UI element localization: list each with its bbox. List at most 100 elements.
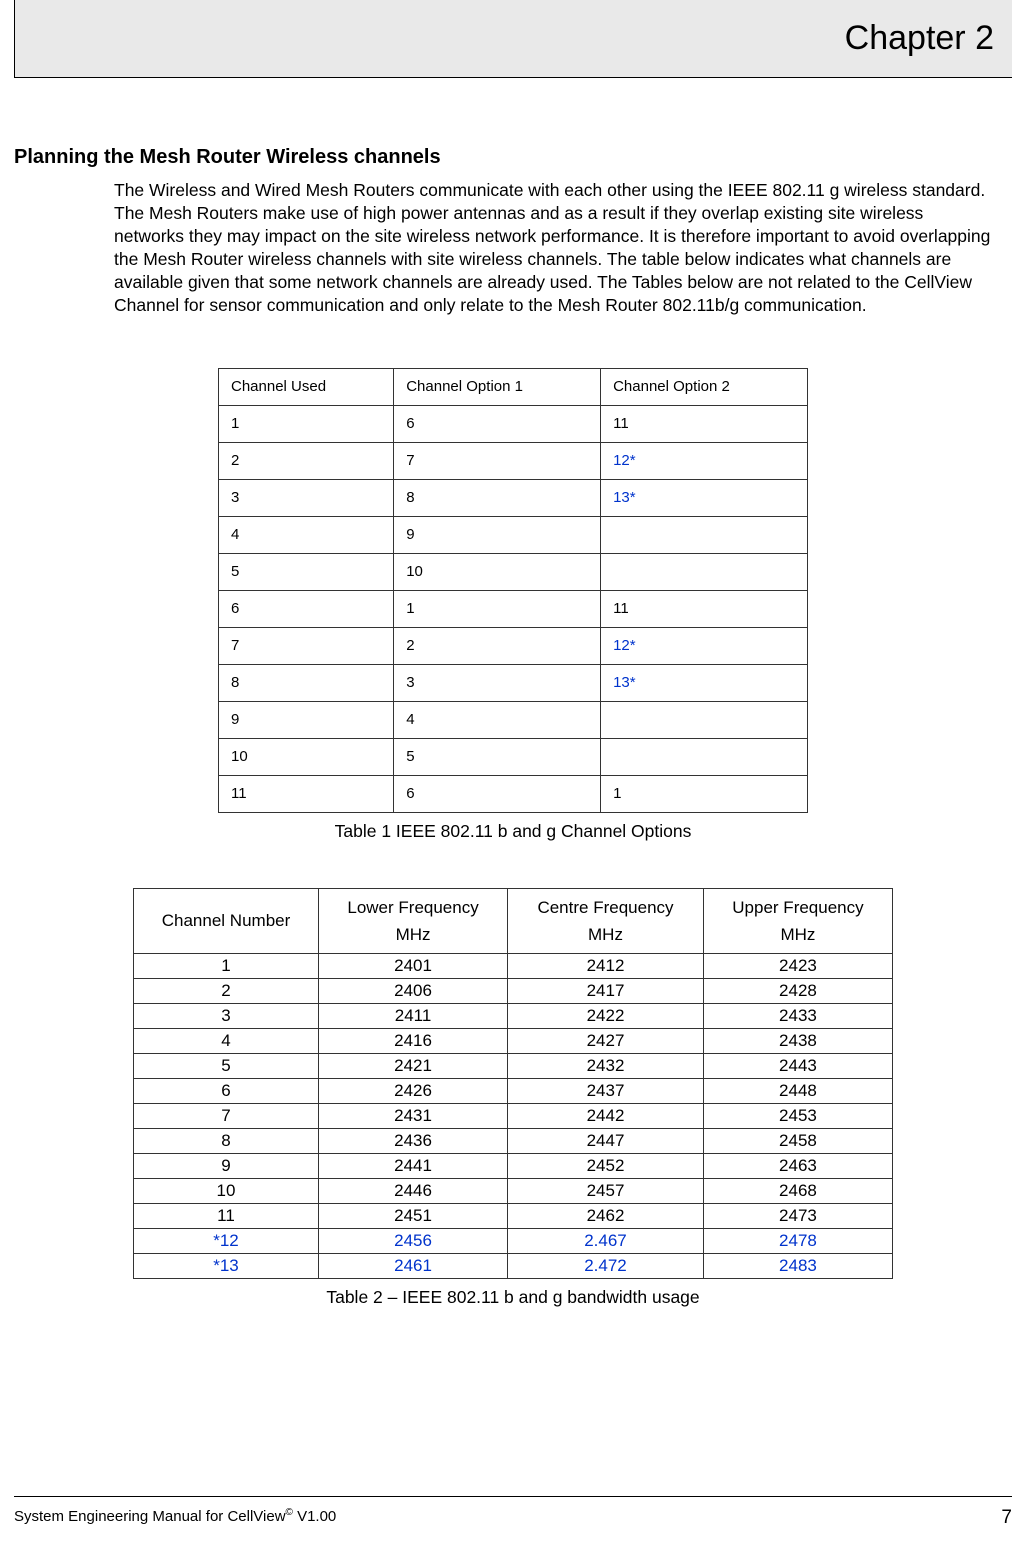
table-row: 3241124222433 [134,1003,893,1028]
table-row: 7243124422453 [134,1103,893,1128]
cell: 2452 [508,1153,704,1178]
cell: 2438 [703,1028,892,1053]
cell: 3 [134,1003,319,1028]
cell: 2433 [703,1003,892,1028]
cell: 8 [394,479,601,516]
section-title: Planning the Mesh Router Wireless channe… [14,146,1012,169]
cell: 2 [394,627,601,664]
cell: 13* [601,479,808,516]
cell: 2 [134,978,319,1003]
table-row: 9244124522463 [134,1153,893,1178]
cell: 3 [394,664,601,701]
cell: 2422 [508,1003,704,1028]
table-header: Centre FrequencyMHz [508,888,704,953]
cell: 2473 [703,1203,892,1228]
cell: 2 [219,442,394,479]
cell: *12 [134,1228,319,1253]
cell: 2417 [508,978,704,1003]
table-row: 1240124122423 [134,953,893,978]
table-row: *1224562.4672478 [134,1228,893,1253]
cell: 13* [601,664,808,701]
bandwidth-table: Channel NumberLower FrequencyMHzCentre F… [133,888,893,1279]
cell: 4 [394,701,601,738]
table-row: 3813* [219,479,808,516]
cell: 2462 [508,1203,704,1228]
cell: 2446 [319,1178,508,1203]
cell: 2412 [508,953,704,978]
table-row: 1161 [219,775,808,812]
table-row: 1611 [219,405,808,442]
table-row: 4241624272438 [134,1028,893,1053]
cell: 12* [601,442,808,479]
table-header: Channel Used [219,368,394,405]
table-row: 8313* [219,664,808,701]
cell: 4 [219,516,394,553]
cell: 7 [394,442,601,479]
cell: 2443 [703,1053,892,1078]
footer-left: System Engineering Manual for CellView© … [14,1507,336,1529]
cell: 2432 [508,1053,704,1078]
cell: 4 [134,1028,319,1053]
cell [601,738,808,775]
cell: 2453 [703,1103,892,1128]
cell: 11 [219,775,394,812]
cell: 10 [394,553,601,590]
page-number: 7 [1001,1507,1012,1529]
cell [601,553,808,590]
cell: 12* [601,627,808,664]
cell: 2.472 [508,1253,704,1278]
cell: 2426 [319,1078,508,1103]
table-row: 105 [219,738,808,775]
table-row: 5242124322443 [134,1053,893,1078]
cell: 2478 [703,1228,892,1253]
cell: 2456 [319,1228,508,1253]
cell: 2461 [319,1253,508,1278]
table-row: 2712* [219,442,808,479]
cell: 2416 [319,1028,508,1053]
cell: 2463 [703,1153,892,1178]
cell: 9 [134,1153,319,1178]
cell: 2448 [703,1078,892,1103]
cell: 2468 [703,1178,892,1203]
cell [601,701,808,738]
table-row: 94 [219,701,808,738]
table-header: Upper FrequencyMHz [703,888,892,953]
cell [601,516,808,553]
table-row: 510 [219,553,808,590]
table-row: 10244624572468 [134,1178,893,1203]
table-row: 11245124622473 [134,1203,893,1228]
cell: 2411 [319,1003,508,1028]
cell: 2421 [319,1053,508,1078]
cell: 2441 [319,1153,508,1178]
cell: 11 [601,590,808,627]
cell: 1 [601,775,808,812]
channel-options-table: Channel UsedChannel Option 1Channel Opti… [218,368,808,813]
table-row: 8243624472458 [134,1128,893,1153]
cell: 2431 [319,1103,508,1128]
cell: 1 [219,405,394,442]
chapter-title: Chapter 2 [845,19,994,58]
cell: 2447 [508,1128,704,1153]
cell: 2423 [703,953,892,978]
cell: 7 [134,1103,319,1128]
cell: 2442 [508,1103,704,1128]
cell: 3 [219,479,394,516]
table1-caption: Table 1 IEEE 802.11 b and g Channel Opti… [14,821,1012,842]
cell: 6 [134,1078,319,1103]
table-row: 2240624172428 [134,978,893,1003]
cell: 2451 [319,1203,508,1228]
table-row: 49 [219,516,808,553]
footer-version: V1.00 [293,1508,336,1525]
cell: 2406 [319,978,508,1003]
cell: 10 [219,738,394,775]
table-row: *1324612.4722483 [134,1253,893,1278]
cell: 6 [219,590,394,627]
cell: 9 [219,701,394,738]
cell: 8 [219,664,394,701]
cell: 2427 [508,1028,704,1053]
table-header: Channel Number [134,888,319,953]
table-row: 6111 [219,590,808,627]
cell: 8 [134,1128,319,1153]
table-row: 7212* [219,627,808,664]
cell: 2458 [703,1128,892,1153]
